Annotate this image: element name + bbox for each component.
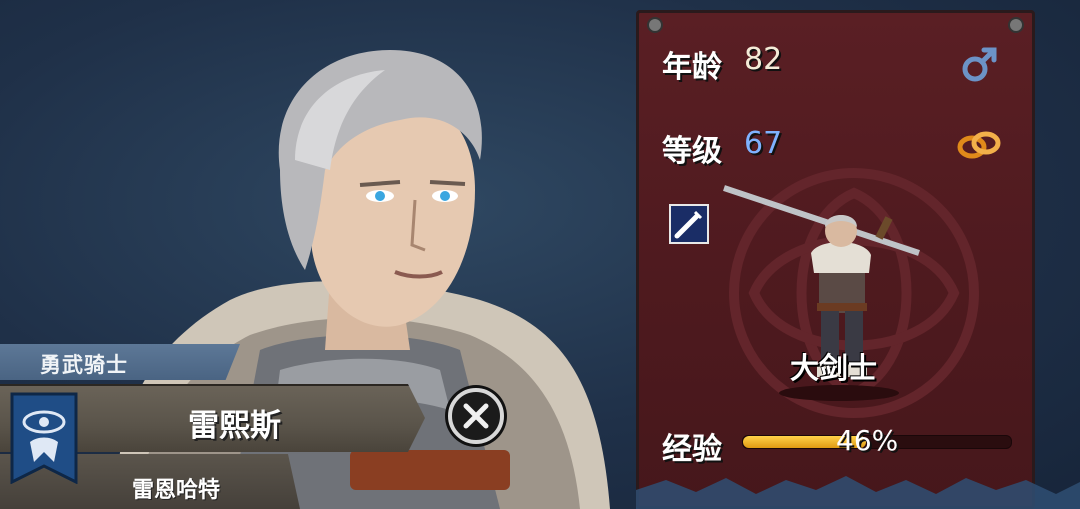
exp-label: 经验 [662,432,722,467]
age-label: 年龄 [662,50,722,85]
exp-percent: 46% [836,424,899,457]
panel-rivet [1008,17,1024,33]
age-value: 82 [744,42,783,77]
sword-class-icon[interactable] [669,204,709,244]
character-house: 雷恩哈特 [132,478,221,503]
panel-rivet [647,17,663,33]
level-label: 等级 [662,134,722,169]
level-value: 67 [744,126,783,161]
character-title: 勇武骑士 [40,353,128,377]
character-name: 雷熙斯 [188,408,281,444]
male-symbol-icon [962,47,997,82]
close-button[interactable] [448,388,504,444]
wedding-rings-icon [957,131,1001,159]
sword-icon [674,210,703,239]
eye-banner-crest-icon [10,392,78,484]
panel-torn-edge [636,476,1080,509]
character-screen: 勇武骑士 雷熙斯 雷恩哈特 年龄 82 等级 67 大剑士 经验 46% [0,0,1080,509]
title-band: 勇武骑士 [0,344,240,380]
class-name: 大剑士 [790,351,878,385]
close-x-icon [463,403,489,429]
